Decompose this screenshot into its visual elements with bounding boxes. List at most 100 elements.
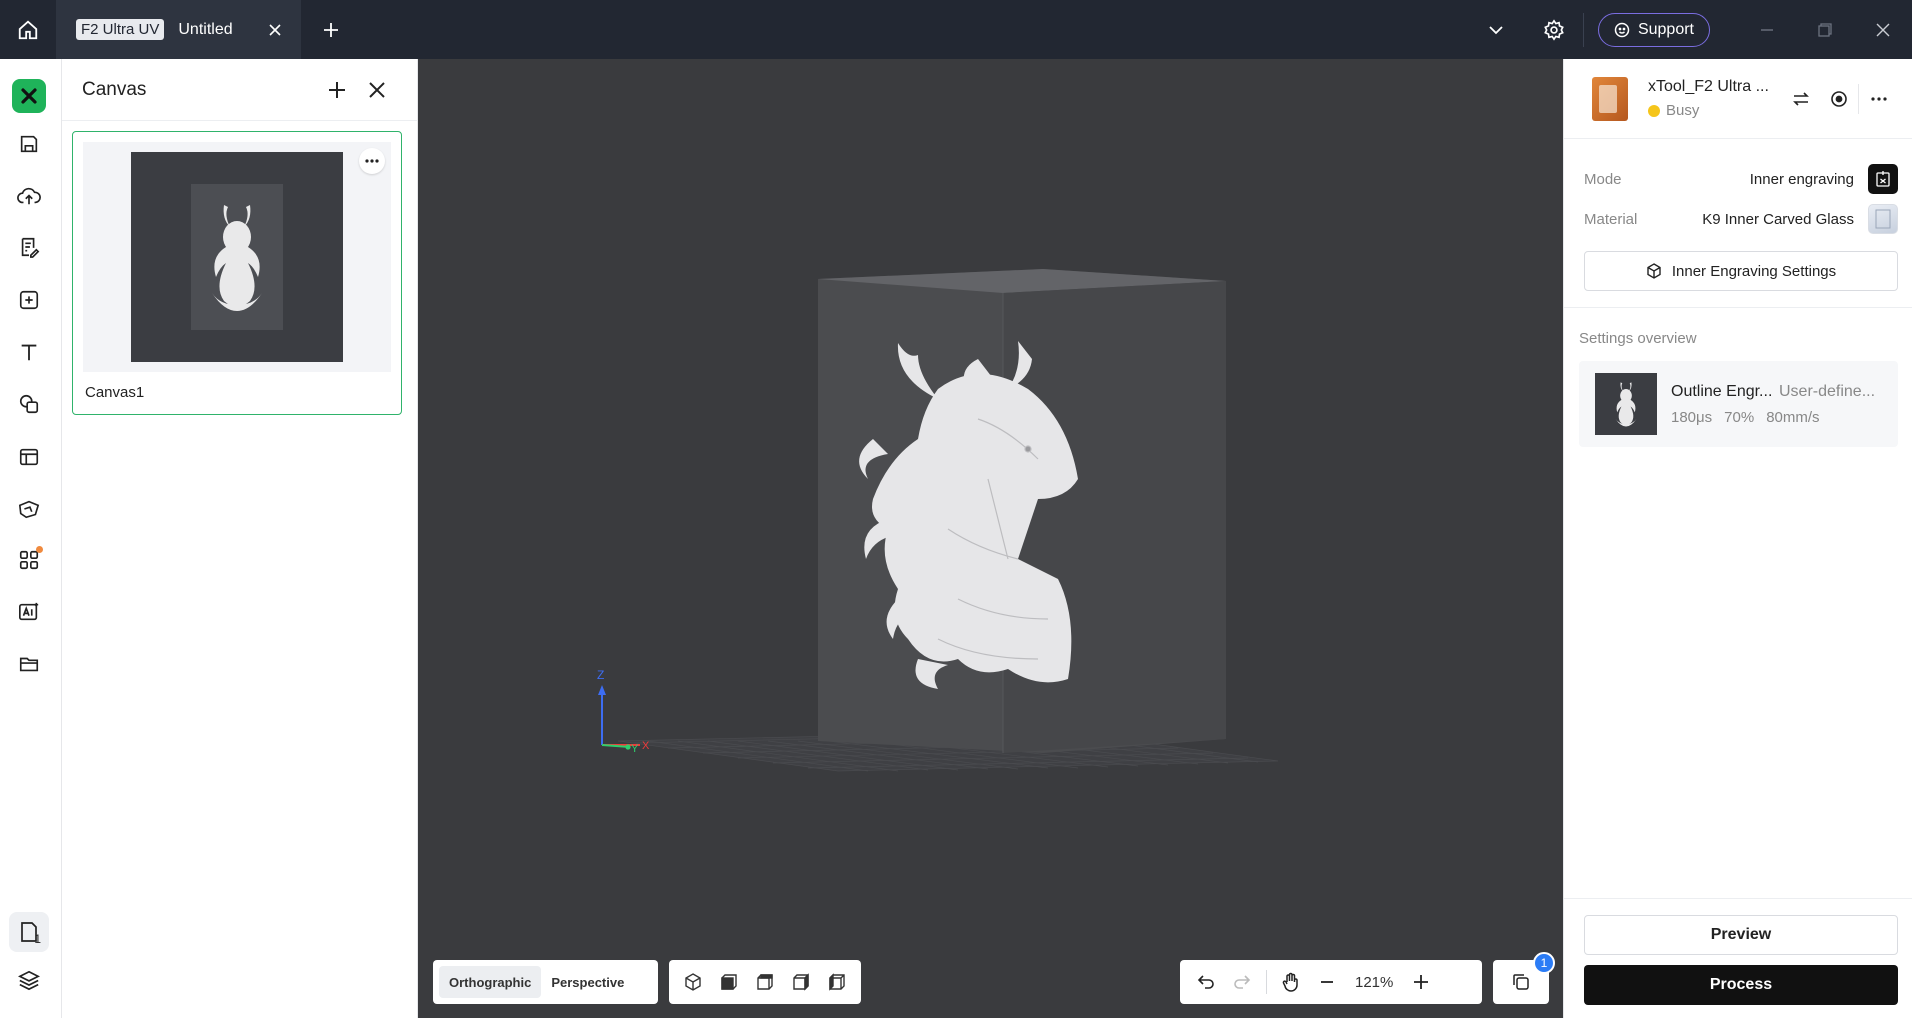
close-icon <box>269 23 281 36</box>
canvas-thumbnail-model <box>191 184 283 330</box>
view-front-button[interactable] <box>711 962 747 1002</box>
zoom-in-button[interactable] <box>1403 962 1439 1002</box>
view-iso-button[interactable] <box>675 962 711 1002</box>
upload-button[interactable] <box>12 179 46 213</box>
apps-button[interactable] <box>12 543 46 577</box>
restore-icon <box>1818 22 1832 37</box>
edit-list-button[interactable] <box>12 230 46 264</box>
plus-icon <box>324 22 338 37</box>
toolbar-divider <box>1266 970 1267 994</box>
close-window-button[interactable] <box>1854 0 1912 59</box>
device-image <box>1592 76 1628 121</box>
cube-right-icon <box>829 973 845 991</box>
chevron-down-icon <box>1489 25 1503 34</box>
minimize-button[interactable] <box>1738 0 1796 59</box>
process-button[interactable]: Process <box>1584 965 1898 1005</box>
layers-button[interactable] <box>12 963 46 997</box>
switch-device-button[interactable] <box>1782 80 1820 118</box>
cube-front-icon <box>721 974 737 990</box>
axis-label-x: X <box>642 740 650 752</box>
cube-iso-icon <box>685 973 701 991</box>
support-icon <box>1614 22 1630 37</box>
folder-icon <box>19 657 39 672</box>
view-back-button[interactable] <box>747 962 783 1002</box>
xtool-logo[interactable] <box>12 79 46 113</box>
axis-gizmo <box>598 685 640 750</box>
folder-button[interactable] <box>12 647 46 681</box>
settings-button[interactable] <box>1525 0 1583 59</box>
undo-button[interactable] <box>1188 962 1224 1002</box>
overview-item-details: Outline Engr... User-define... 180μs 70%… <box>1671 383 1881 426</box>
more-horizontal-icon <box>1870 96 1887 101</box>
support-button[interactable]: Support <box>1597 12 1710 47</box>
material-icon <box>18 500 40 519</box>
shapes-tool-button[interactable] <box>12 387 46 421</box>
inner-engraving-settings-button[interactable]: Inner Engraving Settings <box>1584 251 1898 291</box>
view-mode-orthographic[interactable]: Orthographic <box>439 966 542 998</box>
add-canvas-button[interactable] <box>317 70 357 110</box>
history-zoom-toolbar: 121% <box>1180 960 1482 1004</box>
close-tab-button[interactable] <box>265 20 285 40</box>
home-button[interactable] <box>0 0 56 59</box>
preview-button[interactable]: Preview <box>1584 915 1898 955</box>
canvas-card[interactable]: Canvas1 <box>72 131 402 415</box>
plus-icon <box>1414 975 1429 989</box>
redo-button[interactable] <box>1224 962 1260 1002</box>
overview-item-name: Outline Engr... <box>1671 382 1773 400</box>
new-tab-button[interactable] <box>301 0 361 59</box>
tabs-dropdown-button[interactable] <box>1467 0 1525 59</box>
device-more-button[interactable] <box>1858 83 1898 114</box>
hand-icon <box>1282 972 1298 992</box>
canvas-more-button[interactable] <box>359 148 385 174</box>
overview-item-thumbnail <box>1595 373 1657 435</box>
title-bar: F2 Ultra UV Untitled Support <box>0 0 1912 59</box>
canvas-thumbnail <box>131 152 343 362</box>
3d-viewport[interactable]: Z Y X Orthographic Perspective 121% 1 <box>418 59 1563 1018</box>
inner-engraving-settings-label: Inner Engraving Settings <box>1671 262 1837 280</box>
zoom-out-button[interactable] <box>1309 962 1345 1002</box>
materials-button[interactable] <box>12 492 46 526</box>
device-status-text: Busy <box>1666 102 1700 119</box>
layers-icon <box>18 970 40 991</box>
layout-tool-button[interactable] <box>12 440 46 474</box>
glass-icon <box>1875 209 1891 229</box>
close-panel-button[interactable] <box>357 70 397 110</box>
device-info[interactable]: xTool_F2 Ultra ... Busy <box>1648 78 1782 119</box>
text-tool-button[interactable] <box>12 335 46 369</box>
axis-label-z: Z <box>597 668 604 682</box>
viewport-scene: Z Y X <box>597 269 1279 772</box>
ai-icon <box>19 602 39 621</box>
tool-rail: 1 <box>0 59 62 1018</box>
camera-presets <box>669 960 861 1004</box>
pan-button[interactable] <box>1273 962 1309 1002</box>
objects-button[interactable]: 1 <box>1493 952 1555 1004</box>
project-tab[interactable]: F2 Ultra UV Untitled <box>56 0 301 59</box>
swap-icon <box>1793 91 1809 106</box>
project-title: Untitled <box>178 20 233 38</box>
canvas-name: Canvas1 <box>85 384 145 401</box>
overview-item[interactable]: Outline Engr... User-define... 180μs 70%… <box>1579 361 1898 447</box>
gear-icon <box>1544 18 1564 41</box>
device-connect-button[interactable] <box>1820 80 1858 118</box>
view-right-button[interactable] <box>819 962 855 1002</box>
material-row[interactable]: Material K9 Inner Carved Glass <box>1564 199 1912 239</box>
target-icon <box>1831 90 1847 107</box>
layout-icon <box>19 448 39 466</box>
axis-label-y: Y <box>631 743 639 755</box>
canvas-panel: Canvas Canvas1 <box>62 59 418 1018</box>
mode-row[interactable]: Mode Inner engraving <box>1564 159 1912 199</box>
overview-item-power: 70% <box>1724 408 1755 426</box>
notification-dot <box>36 546 43 553</box>
add-element-button[interactable] <box>12 283 46 317</box>
objects-count-badge: 1 <box>1533 952 1555 974</box>
maximize-button[interactable] <box>1796 0 1854 59</box>
device-header: xTool_F2 Ultra ... Busy <box>1564 59 1912 139</box>
device-name: xTool_F2 Ultra ... <box>1648 78 1769 95</box>
ai-tool-button[interactable] <box>12 595 46 629</box>
view-mode-perspective[interactable]: Perspective <box>541 966 634 998</box>
view-left-button[interactable] <box>783 962 819 1002</box>
cloud-upload-icon <box>17 187 41 205</box>
minimize-icon <box>1761 28 1773 31</box>
save-button[interactable] <box>12 127 46 161</box>
pages-button[interactable]: 1 <box>9 912 49 952</box>
